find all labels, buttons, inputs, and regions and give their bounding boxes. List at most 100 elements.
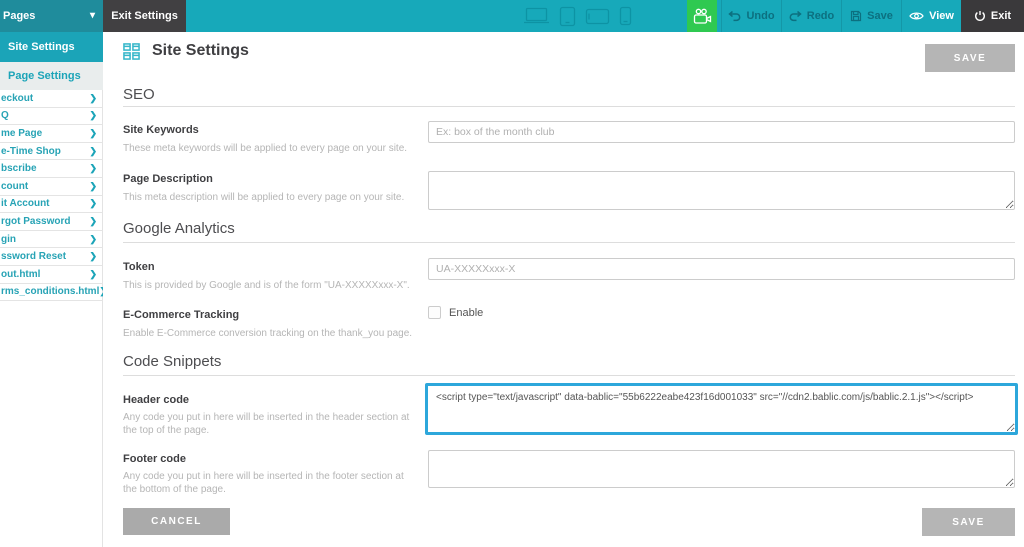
video-camera-icon <box>693 8 712 25</box>
sidebar-item-site-settings[interactable]: Site Settings <box>0 32 103 62</box>
redo-button[interactable]: Redo <box>781 0 841 32</box>
site-keywords-label: Site Keywords <box>123 124 199 136</box>
site-settings-nav-label: Site Settings <box>8 41 75 53</box>
enable-checkbox-label: Enable <box>449 306 484 319</box>
section-divider <box>123 242 1015 243</box>
page-description-help: This meta description will be applied to… <box>123 192 405 203</box>
chevron-right-icon: ❯ <box>89 233 97 244</box>
sidebar-page-item[interactable]: rms_conditions.html❯ <box>0 284 103 302</box>
undo-icon <box>728 10 741 22</box>
redo-label: Redo <box>806 10 835 22</box>
site-settings-page: Pages ▾ Exit Settings Undo Redo Save Vie… <box>0 0 1024 547</box>
top-toolbar: Pages ▾ Exit Settings Undo Redo Save Vie… <box>0 0 1024 32</box>
chevron-right-icon: ❯ <box>89 145 97 156</box>
power-icon <box>974 10 986 22</box>
sidebar-page-item[interactable]: out.html ❯ <box>0 266 103 284</box>
footer-code-help: Any code you put in here will be inserte… <box>123 471 404 495</box>
page-item-label: gin <box>1 233 16 245</box>
save-icon <box>850 10 862 22</box>
pages-dropdown-label: Pages <box>3 10 36 22</box>
grid-icon <box>123 42 140 60</box>
tablet-landscape-preview-icon[interactable] <box>585 8 610 25</box>
sidebar-page-item[interactable]: rgot Password ❯ <box>0 213 103 231</box>
undo-label: Undo <box>746 10 775 22</box>
page-item-label: out.html <box>1 268 41 280</box>
record-video-button[interactable] <box>687 0 717 32</box>
google-analytics-section-heading: Google Analytics <box>123 220 235 237</box>
pages-dropdown[interactable]: Pages ▾ <box>0 0 103 32</box>
analytics-token-input[interactable] <box>428 258 1015 280</box>
chevron-right-icon: ❯ <box>89 163 97 174</box>
exit-button[interactable]: Exit <box>961 0 1024 32</box>
undo-button[interactable]: Undo <box>721 0 781 32</box>
site-keywords-input[interactable] <box>428 121 1015 143</box>
section-divider <box>123 106 1015 107</box>
settings-content: Site Settings SAVE SEO Site Keywords The… <box>104 32 1024 547</box>
save-button-bottom[interactable]: SAVE <box>922 508 1015 536</box>
token-label: Token <box>123 261 155 273</box>
page-title-text: Site Settings <box>152 42 249 59</box>
save-toolbar-label: Save <box>867 10 893 22</box>
exit-settings-label: Exit Settings <box>111 10 178 22</box>
enable-checkbox[interactable] <box>428 306 441 319</box>
site-keywords-help: These meta keywords will be applied to e… <box>123 143 408 154</box>
page-item-label: count <box>1 180 29 192</box>
page-settings-nav-label: Page Settings <box>8 70 81 82</box>
code-snippets-section-heading: Code Snippets <box>123 353 222 370</box>
page-item-label: rms_conditions.html <box>1 286 100 298</box>
desktop-preview-icon[interactable] <box>523 7 550 25</box>
view-button[interactable]: View <box>901 0 961 32</box>
sidebar-page-item[interactable]: Q ❯ <box>0 108 103 126</box>
page-item-label: it Account <box>1 198 50 210</box>
chevron-right-icon: ❯ <box>89 127 97 138</box>
sidebar-page-item[interactable]: eckout ❯ <box>0 90 103 108</box>
header-code-help: Any code you put in here will be inserte… <box>123 412 410 436</box>
tablet-portrait-preview-icon[interactable] <box>559 6 576 27</box>
exit-label: Exit <box>990 10 1012 22</box>
chevron-right-icon: ❯ <box>89 92 97 103</box>
page-item-label: Q <box>1 110 9 122</box>
page-title: Site Settings <box>123 42 249 60</box>
page-item-label: bscribe <box>1 163 37 175</box>
cancel-button[interactable]: CANCEL <box>123 508 230 535</box>
sidebar-page-item[interactable]: it Account ❯ <box>0 196 103 214</box>
chevron-right-icon: ❯ <box>89 198 97 209</box>
chevron-right-icon: ❯ <box>89 180 97 191</box>
eye-icon <box>909 11 924 21</box>
sidebar-item-page-settings[interactable]: Page Settings <box>0 62 103 90</box>
sidebar-page-item[interactable]: count ❯ <box>0 178 103 196</box>
chevron-right-icon: ❯ <box>89 268 97 279</box>
page-description-textarea[interactable] <box>428 171 1015 210</box>
mobile-preview-icon[interactable] <box>619 6 632 26</box>
page-item-label: e-Time Shop <box>1 145 61 157</box>
section-divider <box>123 375 1015 376</box>
sidebar-page-item[interactable]: ssword Reset ❯ <box>0 248 103 266</box>
device-preview-switcher <box>523 0 632 32</box>
sidebar-page-item[interactable]: bscribe ❯ <box>0 160 103 178</box>
header-code-label: Header code <box>123 394 190 406</box>
chevron-right-icon: ❯ <box>89 215 97 226</box>
page-list: eckout ❯ Q ❯ me Page ❯ e-Time Shop ❯ bscribe… <box>0 90 103 302</box>
save-button-top[interactable]: SAVE <box>925 44 1015 72</box>
page-item-label: eckout <box>1 92 34 104</box>
pages-sidebar: Site Settings Page Settings eckout ❯ Q ❯ m… <box>0 32 103 547</box>
header-code-textarea[interactable]: <script type="text/javascript" data-babl… <box>425 383 1018 435</box>
ecommerce-tracking-label: E-Commerce Tracking <box>123 309 240 321</box>
sidebar-page-item[interactable]: me Page ❯ <box>0 125 103 143</box>
sidebar-page-item[interactable]: gin ❯ <box>0 231 103 249</box>
chevron-right-icon: ❯ <box>89 110 97 121</box>
ecommerce-enable-row: Enable <box>428 306 483 319</box>
exit-settings-button[interactable]: Exit Settings <box>103 0 186 32</box>
save-toolbar-button[interactable]: Save <box>841 0 901 32</box>
view-label: View <box>929 10 954 22</box>
page-item-label: me Page <box>1 127 43 139</box>
seo-section-heading: SEO <box>123 86 155 103</box>
footer-code-textarea[interactable] <box>428 450 1015 488</box>
chevron-right-icon: ❯ <box>89 251 97 262</box>
page-item-label: ssword Reset <box>1 251 67 263</box>
ecommerce-tracking-help: Enable E-Commerce conversion tracking on… <box>123 328 413 339</box>
chevron-down-icon: ▾ <box>89 10 95 21</box>
token-help: This is provided by Google and is of the… <box>123 280 410 291</box>
page-item-label: rgot Password <box>1 215 71 227</box>
sidebar-page-item[interactable]: e-Time Shop ❯ <box>0 143 103 161</box>
